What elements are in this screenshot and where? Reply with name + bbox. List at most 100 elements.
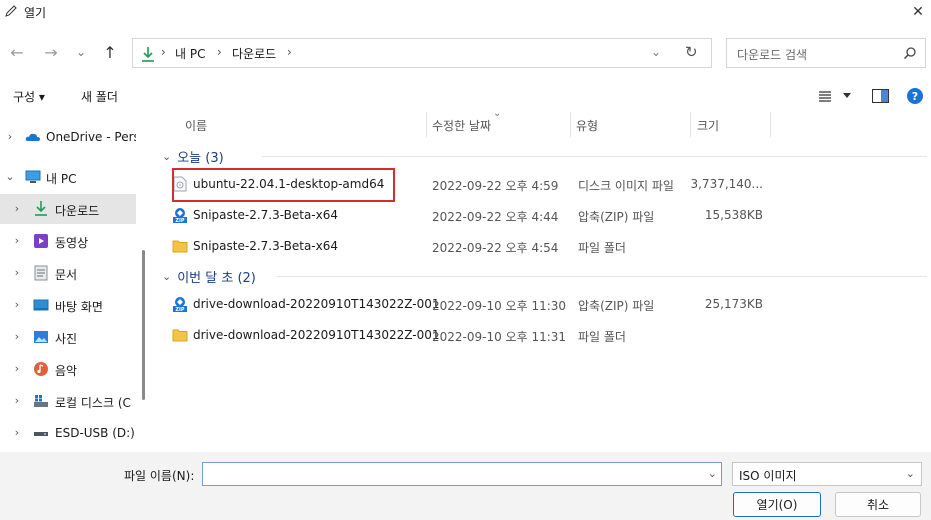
sidebar-scrollbar-thumb[interactable] <box>142 250 145 400</box>
document-icon <box>34 265 48 281</box>
sidebar-item-label: 내 PC <box>46 172 77 186</box>
download-arrow-icon <box>142 47 154 62</box>
music-icon <box>34 362 48 376</box>
column-header-size[interactable]: 크기 <box>697 117 719 134</box>
chevron-down-icon: ⌄ <box>162 270 172 283</box>
expand-chevron-icon[interactable]: › <box>12 362 22 375</box>
onedrive-cloud-icon <box>25 133 40 141</box>
sidebar-item-music[interactable]: › 음악 <box>0 354 136 384</box>
file-row[interactable]: ZIP Snipaste-2.7.3-Beta-x64 2022-09-22 오… <box>170 200 790 230</box>
zip-archive-icon: ZIP <box>173 297 187 312</box>
recent-locations-button[interactable]: ⌄ <box>70 40 92 64</box>
chevron-down-icon[interactable]: ⌄ <box>708 467 717 480</box>
address-bar[interactable]: › 내 PC › 다운로드 › ⌄ ↻ <box>132 38 712 68</box>
group-header-earlier-this-month[interactable]: ⌄ 이번 달 초 (2) <box>162 267 256 286</box>
column-header-name[interactable]: 이름 <box>185 117 207 134</box>
file-date: 2022-09-22 오후 4:44 <box>432 210 559 224</box>
column-header-date-modified[interactable]: 수정한 날짜 <box>432 117 491 134</box>
pencil-icon <box>5 5 17 17</box>
sidebar-item-label: 로컬 디스크 (C <box>55 396 131 410</box>
sidebar-item-usb-drive[interactable]: › ESD-USB (D:) <box>0 418 136 448</box>
expand-chevron-icon[interactable]: › <box>12 202 22 215</box>
preview-pane-icon[interactable] <box>872 89 889 103</box>
zip-archive-icon: ZIP <box>173 208 187 223</box>
file-name: drive-download-20220910T143022Z-001 <box>193 297 440 311</box>
group-divider <box>262 156 927 157</box>
file-list: 이름 수정한 날짜 ⌄ 유형 크기 ⌄ 오늘 (3) ubuntu-22.04.… <box>152 108 931 452</box>
organize-button[interactable]: 구성 ▾ <box>13 88 45 105</box>
expand-chevron-icon[interactable]: › <box>12 330 22 343</box>
chevron-down-icon: ⌄ <box>75 45 87 59</box>
sidebar-item-pictures[interactable]: › 사진 <box>0 322 136 352</box>
file-type-value: ISO 이미지 <box>739 469 797 483</box>
sidebar-item-videos[interactable]: › 동영상 <box>0 226 136 256</box>
file-date: 2022-09-10 오후 11:31 <box>432 330 567 344</box>
sidebar-item-label: 바탕 화면 <box>55 300 103 314</box>
sidebar-item-downloads[interactable]: › 다운로드 <box>0 194 136 224</box>
column-header-type[interactable]: 유형 <box>576 117 598 134</box>
file-size: 15,538KB <box>704 208 763 222</box>
sidebar-item-this-pc[interactable]: ⌄ 내 PC <box>0 162 136 192</box>
sidebar-item-label: ESD-USB (D:) <box>55 426 135 440</box>
expand-chevron-icon[interactable]: › <box>5 130 15 143</box>
close-icon: ✕ <box>912 4 924 20</box>
column-divider[interactable] <box>770 112 771 137</box>
svg-text:ZIP: ZIP <box>175 307 184 312</box>
back-arrow-icon: ← <box>10 42 24 62</box>
sidebar-item-desktop[interactable]: › 바탕 화면 <box>0 290 136 320</box>
sidebar-item-documents[interactable]: › 문서 <box>0 258 136 288</box>
folder-icon <box>172 329 188 342</box>
sort-chevron-icon: ⌄ <box>493 108 502 119</box>
file-name: Snipaste-2.7.3-Beta-x64 <box>193 208 339 222</box>
pc-monitor-icon <box>25 170 41 183</box>
chevron-down-icon: ⌄ <box>162 150 172 163</box>
refresh-icon[interactable]: ↻ <box>685 43 698 61</box>
up-arrow-icon: ↑ <box>103 42 117 62</box>
command-toolbar: 구성 ▾ 새 폴더 ? <box>0 80 931 112</box>
highlight-annotation-box <box>172 168 395 202</box>
window-title: 열기 <box>24 6 47 20</box>
close-button[interactable]: ✕ <box>905 0 931 24</box>
view-options-dropdown-icon[interactable] <box>843 93 851 99</box>
new-folder-button[interactable]: 새 폴더 <box>81 88 118 105</box>
pictures-icon <box>34 331 48 343</box>
breadcrumb-this-pc[interactable]: 내 PC <box>175 45 205 62</box>
group-header-today[interactable]: ⌄ 오늘 (3) <box>162 147 224 166</box>
file-row[interactable]: drive-download-20220910T143022Z-001 2022… <box>170 320 790 350</box>
expand-chevron-icon[interactable]: › <box>12 266 22 279</box>
view-list-icon[interactable] <box>818 90 832 102</box>
file-type-select[interactable]: ISO 이미지 ⌄ <box>732 462 922 486</box>
file-date: 2022-09-22 오후 4:54 <box>432 241 559 255</box>
expand-chevron-icon[interactable]: › <box>12 394 22 407</box>
column-divider[interactable] <box>426 112 427 137</box>
sidebar-item-label: OneDrive - Perso <box>46 130 136 144</box>
sidebar-item-label: 동영상 <box>55 236 89 250</box>
sidebar-item-label: 문서 <box>55 268 78 282</box>
open-button[interactable]: 열기(O) <box>733 492 821 517</box>
expand-chevron-icon[interactable]: › <box>12 426 22 439</box>
breadcrumb-downloads[interactable]: 다운로드 <box>232 45 276 62</box>
forward-button[interactable]: → <box>40 40 62 64</box>
search-box[interactable]: 다운로드 검색 <box>726 38 926 68</box>
group-title: 오늘 (3) <box>177 151 224 166</box>
back-button[interactable]: ← <box>6 40 28 64</box>
collapse-chevron-icon[interactable]: ⌄ <box>5 170 15 183</box>
breadcrumb-separator: › <box>161 45 166 59</box>
expand-chevron-icon[interactable]: › <box>12 298 22 311</box>
filename-input[interactable]: ⌄ <box>202 462 722 486</box>
sidebar-item-onedrive[interactable]: › OneDrive - Perso <box>0 122 136 152</box>
file-row[interactable]: ZIP drive-download-20220910T143022Z-001 … <box>170 289 790 319</box>
help-icon[interactable]: ? <box>907 88 923 104</box>
file-type: 디스크 이미지 파일 <box>578 179 674 193</box>
file-row[interactable]: Snipaste-2.7.3-Beta-x64 2022-09-22 오후 4:… <box>170 231 790 261</box>
up-button[interactable]: ↑ <box>99 40 121 64</box>
search-icon <box>903 47 916 60</box>
column-divider[interactable] <box>570 112 571 137</box>
file-size: 25,173KB <box>704 297 763 311</box>
address-history-dropdown[interactable]: ⌄ <box>651 45 661 59</box>
cancel-button[interactable]: 취소 <box>835 492 921 517</box>
filename-label: 파일 이름(N): <box>124 469 195 483</box>
column-divider[interactable] <box>690 112 691 137</box>
sidebar-item-local-disk[interactable]: › 로컬 디스크 (C <box>0 386 136 416</box>
expand-chevron-icon[interactable]: › <box>12 234 22 247</box>
